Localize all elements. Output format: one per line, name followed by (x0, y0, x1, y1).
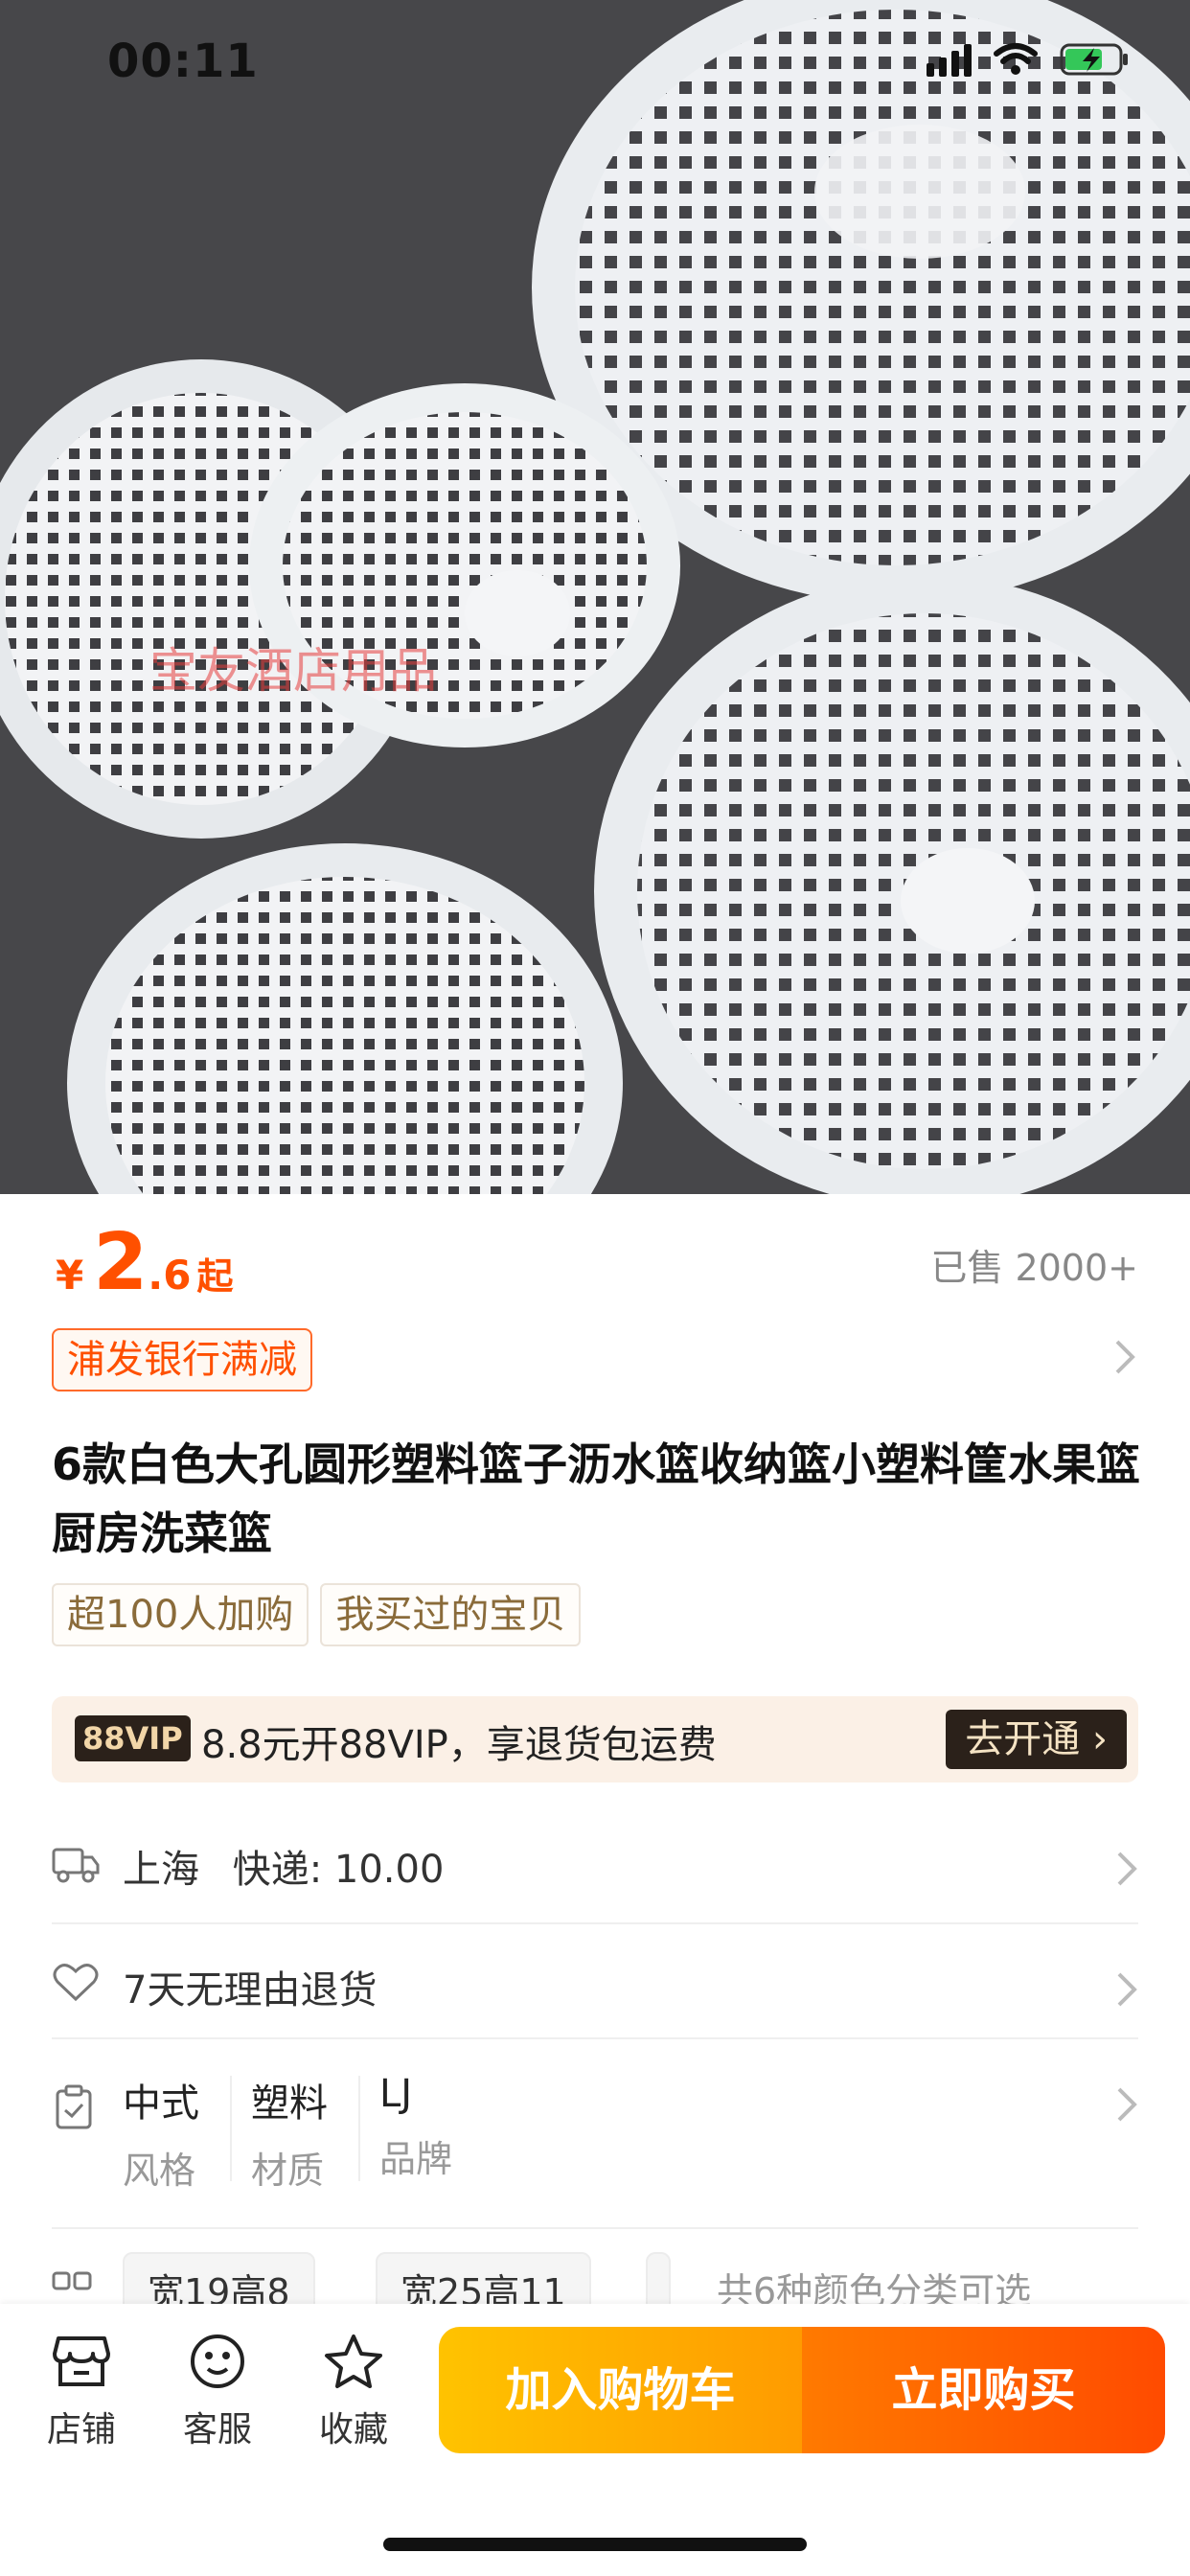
favorite-label: 收藏 (318, 2410, 388, 2450)
returns-row[interactable]: 7天无理由退货 (52, 1926, 1138, 2039)
product-image[interactable]: 宝友酒店用品 (0, 0, 1190, 1194)
chevron-right-icon (1115, 2085, 1138, 2128)
sku-option-partial[interactable] (646, 2252, 671, 2310)
purchase-buttons: 加入购物车 立即购买 (439, 2327, 1165, 2453)
shop-icon (53, 2336, 110, 2386)
bank-promo-tag[interactable]: 浦发银行满减 (52, 1328, 312, 1392)
sold-count: 已售 2000+ (930, 1247, 1138, 1289)
attribute-brand: LJ 品牌 (379, 2072, 452, 2182)
product-title: 6款白色大孔圆形塑料篮子沥水篮收纳篮小塑料筐水果篮厨房洗菜篮 (52, 1438, 1141, 1559)
attribute-value: 中式 (123, 2082, 199, 2126)
sku-summary: 共6种颜色分类可选 (717, 2270, 1032, 2310)
cellular-signal-icon (927, 42, 972, 77)
ship-from: 上海 (123, 1848, 199, 1892)
sku-option[interactable]: 宽25高11 (376, 2252, 591, 2310)
chevron-right-icon (1115, 1970, 1138, 2012)
buy-now-button[interactable]: 立即购买 (802, 2327, 1165, 2453)
truck-icon (52, 1842, 100, 1888)
price-suffix: 起 (196, 1255, 234, 1298)
shop-button[interactable]: 店铺 (38, 2333, 125, 2451)
status-time: 00:11 (107, 34, 259, 88)
attribute-value: LJ (379, 2072, 413, 2116)
price-decimal: .6 (148, 1252, 192, 1299)
attribute-key: 材质 (251, 2150, 325, 2192)
shop-label: 店铺 (46, 2410, 116, 2450)
customer-service-button[interactable]: 客服 (174, 2333, 261, 2451)
vip-banner[interactable]: 88VIP 8.8元开88VIP，享退货包运费 去开通 › (52, 1696, 1138, 1782)
attribute-material: 塑料 材质 (251, 2072, 328, 2194)
add-to-cart-button[interactable]: 加入购物车 (439, 2327, 802, 2453)
star-icon (325, 2334, 382, 2388)
product-tags: 超100人加购 我买过的宝贝 (52, 1583, 582, 1646)
tag-bought-before[interactable]: 我买过的宝贝 (320, 1583, 582, 1646)
attribute-style: 中式 风格 (123, 2072, 199, 2194)
vip-text: 8.8元开88VIP，享退货包运费 (201, 1723, 717, 1767)
status-bar: 00:11 (0, 0, 1190, 125)
vip-badge: 88VIP (75, 1715, 191, 1761)
service-label: 客服 (182, 2410, 252, 2450)
divider (230, 2076, 232, 2181)
attributes-row[interactable]: 中式 风格 塑料 材质 LJ 品牌 (52, 2045, 1138, 2229)
attribute-value: 塑料 (251, 2082, 328, 2126)
battery-charging-icon (1060, 42, 1131, 77)
wifi-icon (993, 42, 1039, 77)
price-integer: 2 (93, 1217, 149, 1308)
attribute-key: 风格 (123, 2150, 196, 2192)
attribute-key: 品牌 (379, 2138, 453, 2180)
returns-text: 7天无理由退货 (123, 1968, 378, 2012)
vip-activate-button[interactable]: 去开通 › (946, 1710, 1127, 1769)
price: ¥ 2 .6 起 (56, 1217, 234, 1308)
sku-row[interactable]: 宽19高8 宽25高11 共6种颜色分类可选 (52, 2252, 1138, 2310)
ship-method: 快递: 10.00 (232, 1848, 445, 1892)
home-indicator (383, 2538, 807, 2551)
divider (358, 2076, 360, 2181)
service-icon (191, 2334, 244, 2388)
heart-icon (52, 1961, 100, 2007)
price-row: ¥ 2 .6 起 已售 2000+ (56, 1217, 1138, 1308)
favorite-button[interactable]: 收藏 (310, 2333, 397, 2451)
price-currency: ¥ (56, 1252, 84, 1299)
chevron-right-icon: › (1092, 1717, 1108, 1761)
chevron-right-icon (1115, 1850, 1138, 1892)
vip-activate-label: 去开通 (965, 1717, 1081, 1761)
bottom-action-bar: 店铺 客服 收藏 加入购物车 立即购买 (0, 2304, 1190, 2576)
tag-added-to-cart[interactable]: 超100人加购 (52, 1583, 309, 1646)
shipping-row[interactable]: 上海 快递: 10.00 (52, 1821, 1138, 1924)
sku-option[interactable]: 宽19高8 (123, 2252, 315, 2310)
clipboard-icon (52, 2083, 100, 2135)
chevron-right-icon[interactable] (1113, 1338, 1136, 1380)
image-watermark: 宝友酒店用品 (149, 643, 437, 699)
